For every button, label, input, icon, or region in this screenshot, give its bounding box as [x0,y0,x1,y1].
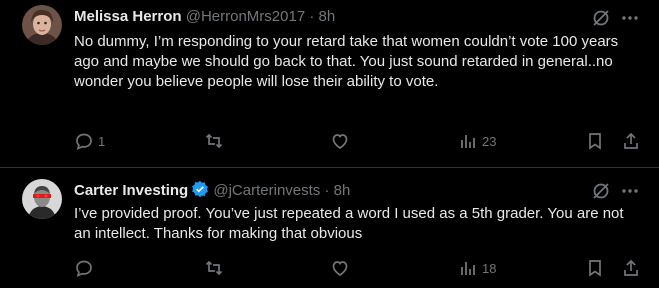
repost-button[interactable] [204,258,228,278]
reply-button[interactable]: 1 [74,131,105,151]
share-icon [624,132,638,149]
tweet[interactable]: Melissa Herron @HerronMrs2017 · 8h No du… [0,0,659,162]
separator: · [309,8,315,25]
views-count: 18 [482,260,497,276]
action-bar: 1 23 [74,131,644,155]
tweet-header: Melissa Herron @HerronMrs2017 · 8h [74,7,335,27]
verified-badge-icon [191,180,209,204]
more-icon[interactable] [620,8,640,28]
timestamp[interactable]: 8h [334,182,351,199]
tweet-header: Carter Investing @jCarterinvests · 8h [74,180,350,204]
share-icon [624,259,638,276]
bookmark-button[interactable] [585,258,605,278]
views-button[interactable]: 18 [458,258,496,278]
timestamp[interactable]: 8h [319,8,336,25]
action-bar: 18 [74,258,644,282]
avatar[interactable] [22,5,62,45]
repost-icon [205,133,223,149]
display-name[interactable]: Carter Investing [74,182,188,199]
more-icon[interactable] [620,181,640,201]
separator: · [324,182,330,199]
avatar[interactable] [22,179,62,219]
grok-icon[interactable] [591,8,611,28]
like-button[interactable] [330,131,354,151]
views-count: 23 [482,133,497,149]
like-icon [332,261,348,276]
views-button[interactable]: 23 [458,131,496,151]
reply-button[interactable] [74,258,98,278]
share-button[interactable] [621,258,641,278]
repost-icon [205,260,223,276]
views-icon [461,262,475,275]
bookmark-icon [589,133,601,150]
reply-icon [76,260,92,277]
share-button[interactable] [621,131,641,151]
user-handle[interactable]: @jCarterinvests [213,182,320,199]
like-button[interactable] [330,258,354,278]
tweet-text: No dummy, I’m responding to your retard … [74,33,619,90]
user-handle[interactable]: @HerronMrs2017 [186,8,305,25]
bookmark-button[interactable] [585,131,605,151]
reply-icon [76,133,92,150]
bookmark-icon [589,260,601,277]
views-icon [461,135,475,148]
display-name[interactable]: Melissa Herron [74,8,182,25]
repost-button[interactable] [204,131,228,151]
tweet-text: I’ve provided proof. You’ve just repeate… [74,205,624,242]
tweet[interactable]: Carter Investing @jCarterinvests · 8h I’… [0,168,659,288]
like-icon [332,134,348,149]
grok-icon[interactable] [591,181,611,201]
reply-count: 1 [98,133,106,149]
